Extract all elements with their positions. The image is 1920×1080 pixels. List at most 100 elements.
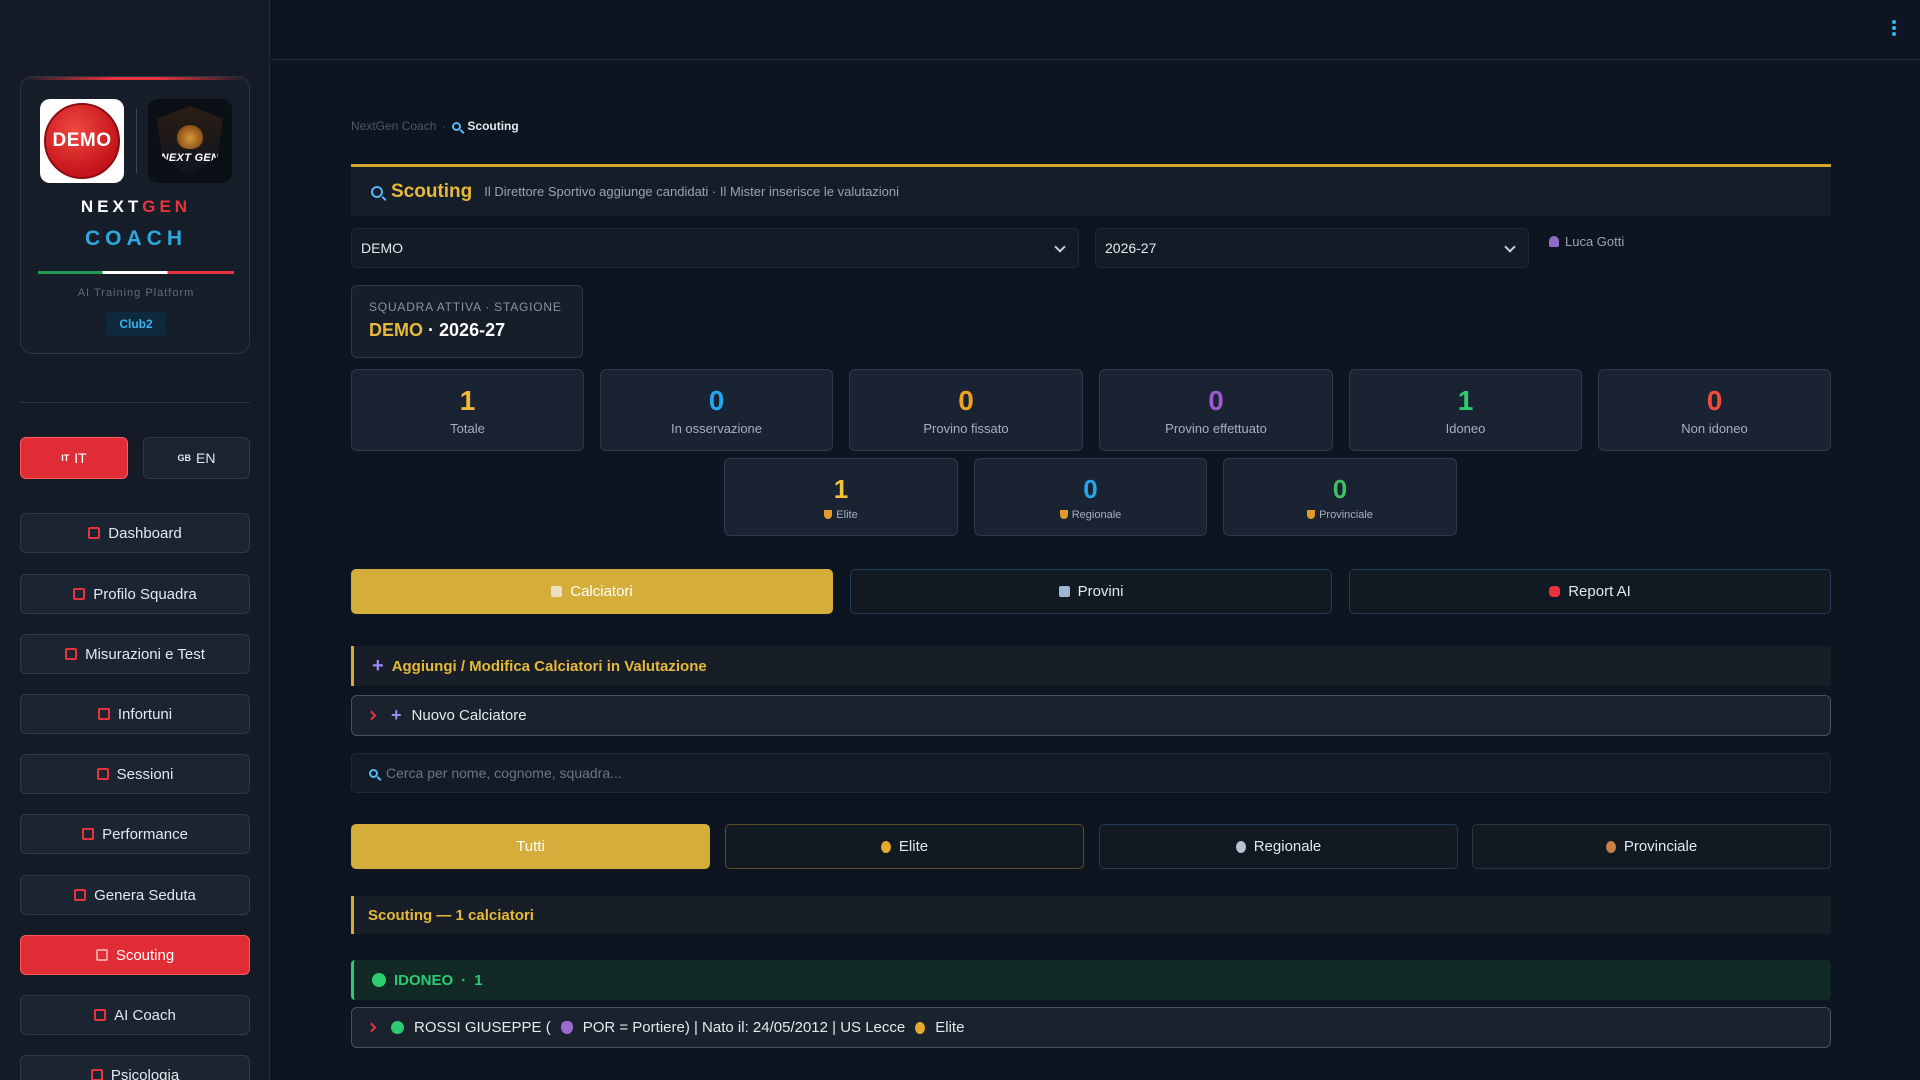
- language-en-button[interactable]: GB EN: [143, 437, 250, 479]
- sidebar-item-label: Infortuni: [117, 705, 173, 723]
- player-name: ROSSI GIUSEPPE (: [414, 1019, 551, 1036]
- trophy-icon: [824, 510, 833, 519]
- gold-medal-icon: [880, 840, 891, 853]
- robot-icon: [1549, 586, 1561, 597]
- sidebar-item-ai-coach[interactable]: AI Coach: [20, 995, 250, 1035]
- filter-provinciale[interactable]: Provinciale: [1472, 824, 1831, 869]
- stat-card-non-idoneo: 0 Non idoneo: [1598, 369, 1831, 451]
- sidebar-item-performance[interactable]: Performance: [20, 814, 250, 854]
- green-circle-icon: [372, 973, 386, 987]
- new-player-label: Nuovo Calciatore: [411, 707, 527, 724]
- club-badge: Club2: [106, 312, 166, 336]
- new-player-expander[interactable]: + Nuovo Calciatore: [351, 695, 1831, 736]
- breadcrumb-root[interactable]: NextGen Coach: [351, 119, 436, 133]
- plus-icon: +: [391, 705, 402, 725]
- brand-subtitle-coach: COACH: [85, 227, 187, 250]
- stat-value: 1: [1457, 384, 1474, 416]
- level-value: 1: [833, 473, 849, 504]
- tab-provini[interactable]: Provini: [850, 569, 1332, 614]
- more-options-icon[interactable]: [1892, 20, 1896, 36]
- sidebar-item-profilo-squadra[interactable]: Profilo Squadra: [20, 574, 250, 614]
- breadcrumb: NextGen Coach · Scouting: [351, 119, 519, 133]
- stat-value: 0: [708, 384, 725, 416]
- filter-tutti[interactable]: Tutti: [351, 824, 710, 869]
- player-search[interactable]: [351, 753, 1831, 793]
- sidebar-divider: [20, 402, 250, 403]
- active-team-box: SQUADRA ATTIVA · STAGIONE DEMO · 2026-27: [351, 285, 583, 358]
- sidebar-item-psicologia[interactable]: Psicologia: [20, 1055, 250, 1080]
- tab-label: Calciatori: [570, 583, 633, 600]
- language-en-label: EN: [196, 450, 216, 466]
- sidebar-item-misurazioni[interactable]: Misurazioni e Test: [20, 634, 250, 674]
- sidebar-item-label: Profilo Squadra: [93, 585, 197, 603]
- green-circle-icon: [391, 1021, 404, 1034]
- nextgen-logo: NEXT GEN: [148, 99, 232, 183]
- sidebar-item-dashboard[interactable]: Dashboard: [20, 513, 250, 553]
- level-card-regionale: 0 Regionale: [974, 458, 1207, 536]
- uk-flag-icon: GB: [177, 453, 192, 463]
- language-it-button[interactable]: IT IT: [20, 437, 128, 479]
- filter-elite[interactable]: Elite: [725, 824, 1084, 869]
- stat-label: Idoneo: [1445, 420, 1486, 436]
- sidebar-item-label: Scouting: [115, 946, 175, 964]
- ruler-icon: [65, 648, 78, 660]
- stat-card-osservazione: 0 In osservazione: [600, 369, 833, 451]
- active-team-sep: ·: [428, 320, 435, 340]
- sidebar-item-label: Dashboard: [108, 524, 182, 542]
- stat-label: Provino fissato: [923, 420, 1009, 436]
- logo-separator: [136, 109, 137, 173]
- chevron-right-icon: [366, 1022, 377, 1033]
- stat-label: Totale: [450, 420, 485, 436]
- chevron-down-icon: [1054, 241, 1066, 253]
- lion-icon: [177, 124, 203, 149]
- breadcrumb-current: Scouting: [467, 119, 519, 133]
- team-icon: [73, 588, 86, 600]
- level-value: 0: [1332, 473, 1348, 504]
- demo-logo: DEMO: [40, 99, 124, 183]
- level-card-provinciale: 0 Provinciale: [1223, 458, 1457, 536]
- stat-label: In osservazione: [670, 420, 763, 436]
- stat-card-totale: 1 Totale: [351, 369, 584, 451]
- demo-logo-text: DEMO: [44, 103, 120, 179]
- current-user: Luca Gotti: [1549, 234, 1624, 249]
- level-label: Elite: [824, 508, 858, 521]
- filter-regionale[interactable]: Regionale: [1099, 824, 1458, 869]
- sidebar-item-label: Psicologia: [110, 1066, 180, 1080]
- tab-calciatori[interactable]: Calciatori: [351, 569, 833, 614]
- season-select[interactable]: 2026-27: [1095, 228, 1529, 268]
- tab-label: Report AI: [1568, 583, 1631, 600]
- stat-label: Non idoneo: [1681, 420, 1748, 436]
- trophy-icon: [1307, 510, 1316, 519]
- filter-label: Tutti: [516, 838, 545, 855]
- sidebar-item-infortuni[interactable]: Infortuni: [20, 694, 250, 734]
- tab-report-ai[interactable]: Report AI: [1349, 569, 1831, 614]
- team-select[interactable]: DEMO: [351, 228, 1079, 268]
- goalkeeper-glove-icon: [560, 1021, 573, 1034]
- brand-title: NEXTGEN: [21, 197, 249, 217]
- brand-title-next: NEXT: [80, 197, 143, 216]
- group-header-idoneo[interactable]: IDONEO · 1: [351, 960, 1831, 1000]
- sidebar-item-genera-seduta[interactable]: Genera Seduta: [20, 875, 250, 915]
- sidebar-item-sessioni[interactable]: Sessioni: [20, 754, 250, 794]
- sidebar-item-scouting[interactable]: Scouting: [20, 935, 250, 975]
- clipboard-icon: [551, 586, 563, 597]
- gold-medal-icon: [915, 1021, 926, 1034]
- page-title-text: Scouting: [391, 180, 473, 202]
- level-label: Provinciale: [1307, 509, 1373, 521]
- stat-card-idoneo: 1 Idoneo: [1349, 369, 1582, 451]
- sidebar: DEMO NEXT GEN NEXTGEN COACH AI Training …: [0, 0, 270, 1080]
- add-edit-section-header: + Aggiungi / Modifica Calciatori in Valu…: [351, 646, 1831, 686]
- sidebar-item-label: Sessioni: [116, 765, 174, 783]
- user-name: Luca Gotti: [1565, 234, 1625, 249]
- team-select-value: DEMO: [361, 240, 403, 256]
- search-icon: [452, 121, 462, 131]
- stat-value: 0: [1706, 384, 1723, 416]
- search-input[interactable]: [386, 765, 1786, 781]
- page-title: Scouting: [371, 181, 472, 203]
- player-row[interactable]: ROSSI GIUSEPPE ( POR = Portiere) | Nato …: [351, 1007, 1831, 1048]
- search-icon: [369, 768, 378, 778]
- filter-label: Elite: [898, 838, 929, 855]
- calendar-icon: [1058, 586, 1070, 597]
- level-label-text: Elite: [836, 508, 858, 521]
- lightning-icon: [74, 889, 87, 901]
